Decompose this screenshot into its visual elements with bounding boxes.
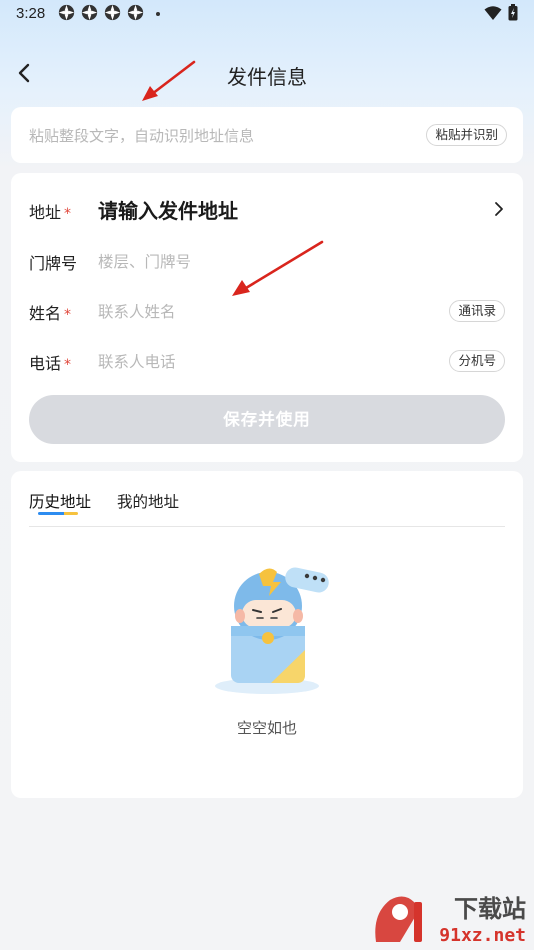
name-label: 姓名 * (29, 300, 71, 324)
page-title: 发件信息 (227, 65, 307, 89)
empty-state-text: 空空如也 (236, 719, 297, 737)
address-label-text: 地址 (29, 203, 62, 222)
notification-app-icon (104, 4, 121, 21)
extension-button[interactable]: 分机号 (449, 350, 505, 372)
watermark-logo-icon (375, 896, 422, 942)
status-bar: 3:28 (0, 0, 534, 28)
name-label-text: 姓名 (29, 304, 62, 323)
address-history-card: 历史地址 我的地址 空空如也 (11, 471, 523, 798)
annotation-arrow-icon (232, 240, 324, 296)
tab-divider (29, 526, 505, 527)
name-input[interactable]: 联系人姓名 (98, 300, 176, 322)
status-time: 3:28 (16, 5, 46, 22)
notification-app-icon (58, 4, 75, 21)
paste-recognize-card: 粘贴整段文字，自动识别地址信息 粘贴并识别 (11, 107, 523, 163)
watermark-url: 91xz.net (439, 925, 526, 946)
wifi-icon (484, 5, 502, 20)
phone-label-text: 电话 (29, 354, 62, 373)
door-number-label: 门牌号 (29, 254, 78, 273)
paste-recognize-button[interactable]: 粘贴并识别 (426, 124, 507, 146)
required-mark: * (64, 307, 72, 323)
save-and-use-button[interactable]: 保存并使用 (29, 395, 505, 444)
empty-state-mascot-icon (215, 567, 329, 694)
paste-text-input[interactable]: 粘贴整段文字，自动识别地址信息 (29, 125, 254, 146)
notification-app-icon (127, 4, 144, 21)
phone-label: 电话 * (29, 350, 71, 374)
sender-form-card: 地址 * 请输入发件地址 门牌号 楼层、门牌号 姓名 * 联系人姓名 通讯录 电话 *… (11, 173, 523, 462)
required-mark: * (64, 206, 72, 222)
battery-icon (508, 4, 518, 21)
annotation-arrow-icon (142, 60, 196, 101)
address-input[interactable]: 请输入发件地址 (98, 195, 238, 224)
address-row[interactable]: 地址 * 请输入发件地址 (11, 191, 523, 227)
contacts-button[interactable]: 通讯录 (449, 300, 505, 322)
notification-app-icon (81, 4, 98, 21)
chevron-right-icon[interactable] (493, 201, 505, 217)
phone-input[interactable]: 联系人电话 (98, 350, 176, 372)
status-right-icons (484, 4, 518, 21)
tab-history-address[interactable]: 历史地址 (29, 490, 91, 512)
door-number-input[interactable]: 楼层、门牌号 (98, 250, 191, 272)
more-notifications-dot (156, 11, 160, 16)
tab-my-address[interactable]: 我的地址 (117, 490, 179, 512)
phone-row: 电话 * 联系人电话 分机号 (11, 342, 523, 378)
notification-icons (58, 4, 160, 21)
watermark-title: 下载站 (454, 895, 526, 923)
required-mark: * (64, 357, 72, 373)
address-label: 地址 * (29, 199, 71, 223)
watermark: 下载站 91xz.net (364, 890, 534, 950)
header: 发件信息 (0, 50, 534, 96)
active-tab-indicator (38, 512, 78, 515)
